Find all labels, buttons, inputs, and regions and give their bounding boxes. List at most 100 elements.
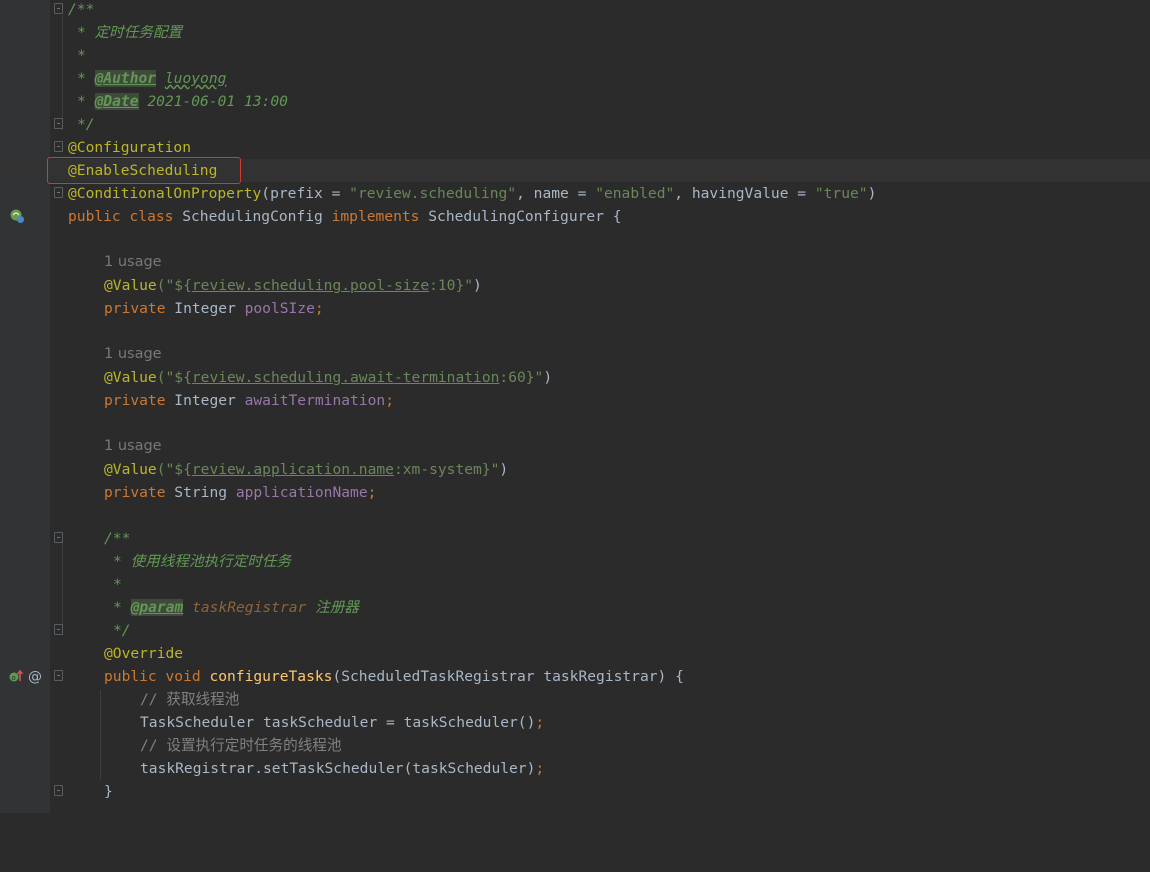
attr-prefix: (prefix = [261,185,350,202]
fold-marker[interactable] [54,141,63,152]
code-line: @Value("${review.scheduling.pool-size:10… [0,274,1150,297]
annotation-conditional: @ConditionalOnProperty [68,185,262,202]
code-line: * @Author luoyong [0,67,1150,90]
semicolon: ; [385,392,394,409]
line-comment: // 获取线程池 [140,691,240,708]
code-line: @Value("${review.scheduling.await-termin… [0,366,1150,389]
code-line: */ [0,113,1150,136]
method-params: (ScheduledTaskRegistrar taskRegistrar) { [332,668,684,685]
usage-hint[interactable]: 1 usage [104,343,162,366]
attr-name: , name = [516,185,596,202]
code-line: * 使用线程池执行定时任务 [0,550,1150,573]
doc-star: * [77,70,95,87]
brace-close: } [104,783,113,800]
doc-tag-date: @Date [94,93,139,110]
property-placeholder[interactable]: review.scheduling.await-termination [192,369,500,386]
fold-marker[interactable] [54,670,63,681]
semicolon: ; [535,714,545,731]
doc-star: * [77,93,95,110]
doc-param-name: taskRegistrar [183,599,307,616]
annotation-value: @Value [104,277,157,294]
doc-comment-star: * [77,47,86,64]
code-line: * @Date 2021-06-01 13:00 [0,90,1150,113]
doc-comment-close: */ [77,116,95,133]
code-line: * [0,44,1150,67]
fold-marker[interactable] [54,187,63,198]
doc-date-value: 2021-06-01 13:00 [147,93,288,110]
keyword: private [104,484,175,501]
code-line: // 设置执行定时任务的线程池 [0,734,1150,757]
paren-close: ) [543,369,553,386]
property-placeholder[interactable]: review.application.name [192,461,394,478]
string-literal: ("${ [156,461,192,478]
semicolon: ; [367,484,377,501]
doc-comment-open: /** [68,1,95,18]
paren-close: ) [473,277,482,294]
field-name: awaitTermination [244,392,386,409]
code-line: * [0,573,1150,596]
string-literal: ("${ [156,277,192,294]
doc-param-desc: 注册器 [306,599,359,616]
keyword: private [104,392,175,409]
keyword: public void [104,668,210,685]
code-line: 1 usage [0,435,1150,458]
string-literal: :xm-system}" [393,461,500,478]
fold-marker[interactable] [54,624,63,635]
line-comment: // 设置执行定时任务的线程池 [140,737,342,754]
semicolon: ; [535,760,545,777]
code-line: private String applicationName; [0,481,1150,504]
code-editor[interactable]: /** * 定时任务配置 * * @Author luoyong * @Date… [0,0,1150,813]
string-literal: :10}" [429,277,474,294]
code-line: taskRegistrar.setTaskScheduler(taskSched… [0,757,1150,780]
annotation-value: @Value [104,369,157,386]
string-literal: "review.scheduling" [349,185,517,202]
annotation-value: @Value [104,461,157,478]
paren-close: ) [499,461,509,478]
fold-marker[interactable] [54,785,63,796]
doc-comment-star: * [113,576,122,593]
code-line: // 获取线程池 [0,688,1150,711]
fold-marker[interactable] [54,3,63,14]
usage-hint[interactable]: 1 usage [104,435,162,458]
property-placeholder[interactable]: review.scheduling.pool-size [192,277,429,294]
code-line: public void configureTasks(ScheduledTask… [0,665,1150,688]
paren-close: ) [867,185,877,202]
code-line: private Integer poolSIze; [0,297,1150,320]
code-line: * @param taskRegistrar 注册器 [0,596,1150,619]
class-name: SchedulingConfig [182,208,332,225]
code-line: private Integer awaitTermination; [0,389,1150,412]
code-line: * 定时任务配置 [0,21,1150,44]
type-name: Integer [174,300,245,317]
field-name: poolSIze [244,300,315,317]
code-line: @Value("${review.application.name:xm-sys… [0,458,1150,481]
doc-comment-open: /** [104,530,131,547]
doc-comment-desc: * 使用线程池执行定时任务 [113,553,292,570]
type-name: Integer [174,392,245,409]
code-line: 1 usage [0,251,1150,274]
doc-comment-title: * 定时任务配置 [77,24,183,41]
code-line: /** [0,0,1150,21]
usage-hint[interactable]: 1 usage [104,251,162,274]
method-name: configureTasks [209,668,333,685]
semicolon: ; [314,300,324,317]
code-line: public class SchedulingConfig implements… [0,205,1150,228]
doc-comment-close: */ [113,622,131,639]
string-literal: "true" [814,185,868,202]
statement: TaskScheduler taskScheduler = taskSchedu… [140,714,536,731]
code-line: 1 usage [0,343,1150,366]
doc-author-value: luoyong [164,70,227,87]
fold-marker[interactable] [54,118,63,129]
fold-marker[interactable] [54,532,63,543]
doc-tag-param: @param [130,599,184,616]
annotation-override: @Override [104,645,184,662]
code-line: @Configuration [0,136,1150,159]
doc-star: * [113,599,131,616]
keyword: public class [68,208,183,225]
keyword: private [104,300,175,317]
string-literal: "enabled" [595,185,675,202]
code-line: TaskScheduler taskScheduler = taskSchedu… [0,711,1150,734]
type-name: String [174,484,236,501]
code-line: } [0,780,1150,803]
code-line: /** [0,527,1150,550]
highlight-box [47,157,241,184]
